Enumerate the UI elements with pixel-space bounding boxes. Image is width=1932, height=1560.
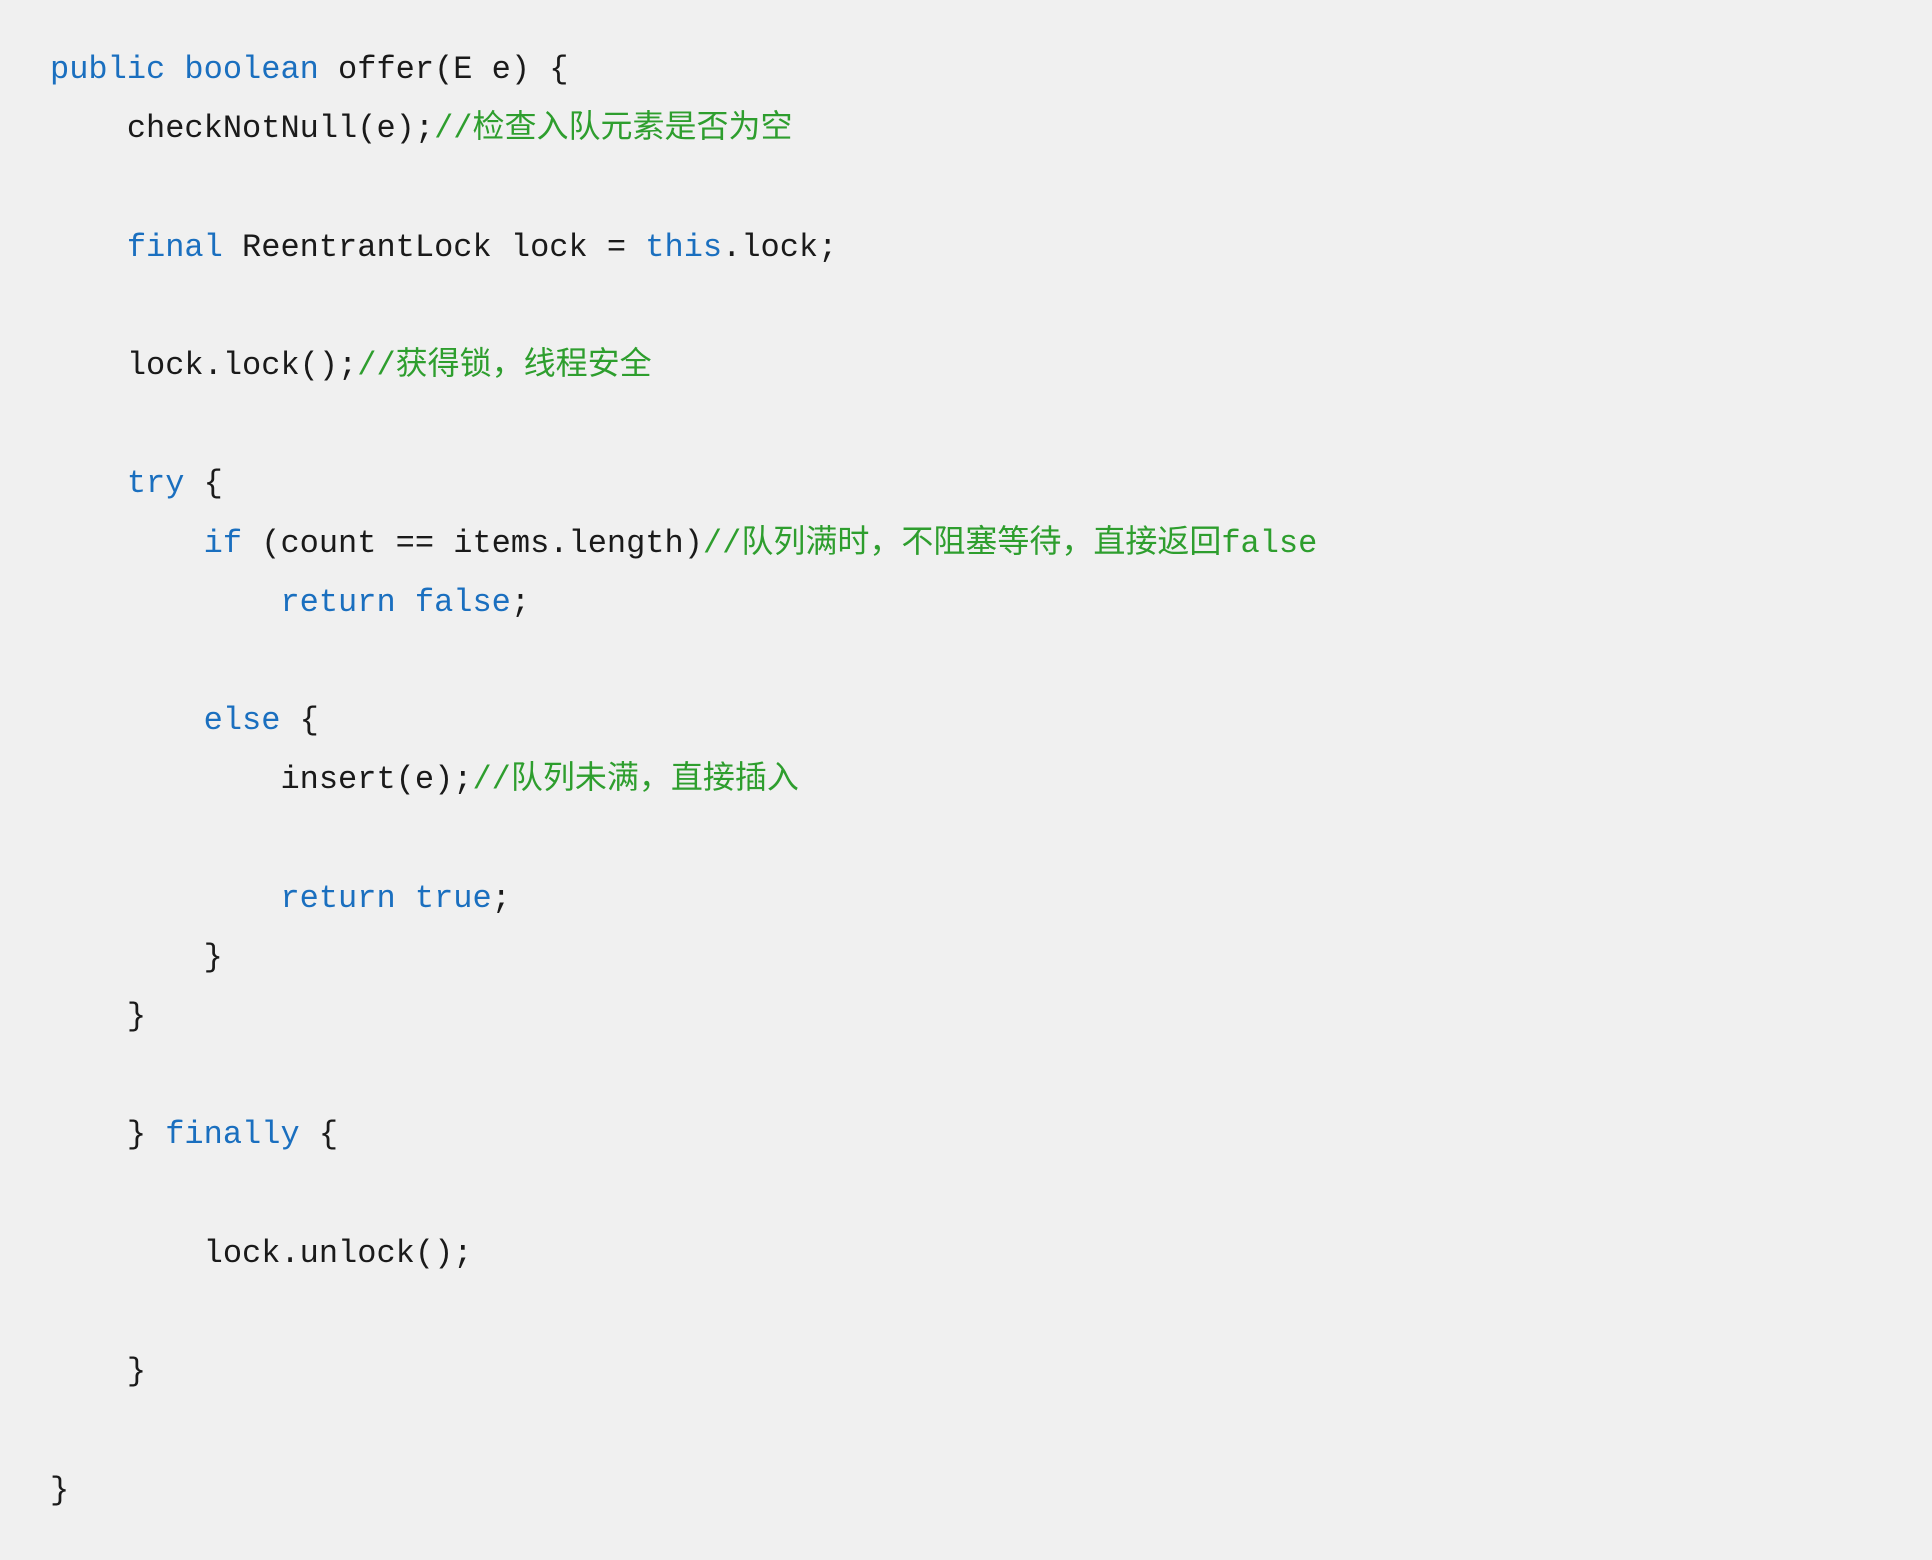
- code-token-plain: {: [184, 465, 222, 502]
- code-token-plain: [50, 525, 204, 562]
- code-line: checkNotNull(e);//检查入队元素是否为空: [50, 99, 1882, 158]
- code-line: final ReentrantLock lock = this.lock;: [50, 218, 1882, 277]
- code-line: [50, 1283, 1882, 1342]
- code-line: }: [50, 1461, 1882, 1520]
- code-token-kw: try: [127, 465, 185, 502]
- code-token-plain: [165, 51, 184, 88]
- code-token-kw: false: [415, 584, 511, 621]
- code-token-comment: //检查入队元素是否为空: [434, 110, 792, 147]
- code-token-plain: lock.lock();: [50, 347, 357, 384]
- code-token-kw: else: [204, 702, 281, 739]
- code-line: } finally {: [50, 1105, 1882, 1164]
- code-token-plain: [396, 584, 415, 621]
- code-line: }: [50, 928, 1882, 987]
- code-token-plain: }: [50, 1353, 146, 1390]
- code-token-kw: boolean: [184, 51, 318, 88]
- code-container: public boolean offer(E e) { checkNotNull…: [0, 0, 1932, 1560]
- code-token-plain: {: [280, 702, 318, 739]
- code-token-plain: offer(E e) {: [319, 51, 569, 88]
- code-line: insert(e);//队列未满，直接插入: [50, 750, 1882, 809]
- code-line: }: [50, 987, 1882, 1046]
- code-line: [50, 277, 1882, 336]
- code-token-kw: public: [50, 51, 165, 88]
- code-line: }: [50, 1342, 1882, 1401]
- code-line: [50, 809, 1882, 868]
- code-token-plain: [50, 229, 127, 266]
- code-line: [50, 1165, 1882, 1224]
- code-token-plain: [396, 880, 415, 917]
- code-token-plain: }: [50, 998, 146, 1035]
- code-token-kw: this: [645, 229, 722, 266]
- code-block: public boolean offer(E e) { checkNotNull…: [50, 40, 1882, 1520]
- code-token-plain: insert(e);: [50, 761, 472, 798]
- code-line: [50, 395, 1882, 454]
- code-token-plain: [50, 584, 280, 621]
- code-token-plain: }: [50, 939, 223, 976]
- code-line: lock.unlock();: [50, 1224, 1882, 1283]
- code-line: public boolean offer(E e) {: [50, 40, 1882, 99]
- code-token-kw: true: [415, 880, 492, 917]
- code-token-plain: ;: [511, 584, 530, 621]
- code-line: if (count == items.length)//队列满时，不阻塞等待，直…: [50, 514, 1882, 573]
- code-token-plain: [50, 880, 280, 917]
- code-line: lock.lock();//获得锁，线程安全: [50, 336, 1882, 395]
- code-token-plain: ;: [492, 880, 511, 917]
- code-token-plain: (count == items.length): [242, 525, 703, 562]
- code-line: [50, 1401, 1882, 1460]
- code-token-comment: //获得锁，线程安全: [357, 347, 651, 384]
- code-token-plain: {: [300, 1116, 338, 1153]
- code-token-plain: }: [50, 1472, 69, 1509]
- code-token-comment: //队列满时，不阻塞等待，直接返回false: [703, 525, 1317, 562]
- code-token-kw: return: [280, 584, 395, 621]
- code-token-kw: final: [127, 229, 223, 266]
- code-line: return true;: [50, 869, 1882, 928]
- code-token-kw: finally: [165, 1116, 299, 1153]
- code-token-kw: return: [280, 880, 395, 917]
- code-line: [50, 632, 1882, 691]
- code-line: try {: [50, 454, 1882, 513]
- code-line: [50, 158, 1882, 217]
- code-token-plain: ReentrantLock lock =: [223, 229, 645, 266]
- code-token-plain: }: [50, 1116, 165, 1153]
- code-token-plain: lock.unlock();: [50, 1235, 472, 1272]
- code-line: [50, 1046, 1882, 1105]
- code-line: else {: [50, 691, 1882, 750]
- code-token-plain: .lock;: [722, 229, 837, 266]
- code-token-kw: if: [204, 525, 242, 562]
- code-token-plain: [50, 702, 204, 739]
- code-token-plain: checkNotNull(e);: [50, 110, 434, 147]
- code-line: return false;: [50, 573, 1882, 632]
- code-token-plain: [50, 465, 127, 502]
- code-token-comment: //队列未满，直接插入: [472, 761, 798, 798]
